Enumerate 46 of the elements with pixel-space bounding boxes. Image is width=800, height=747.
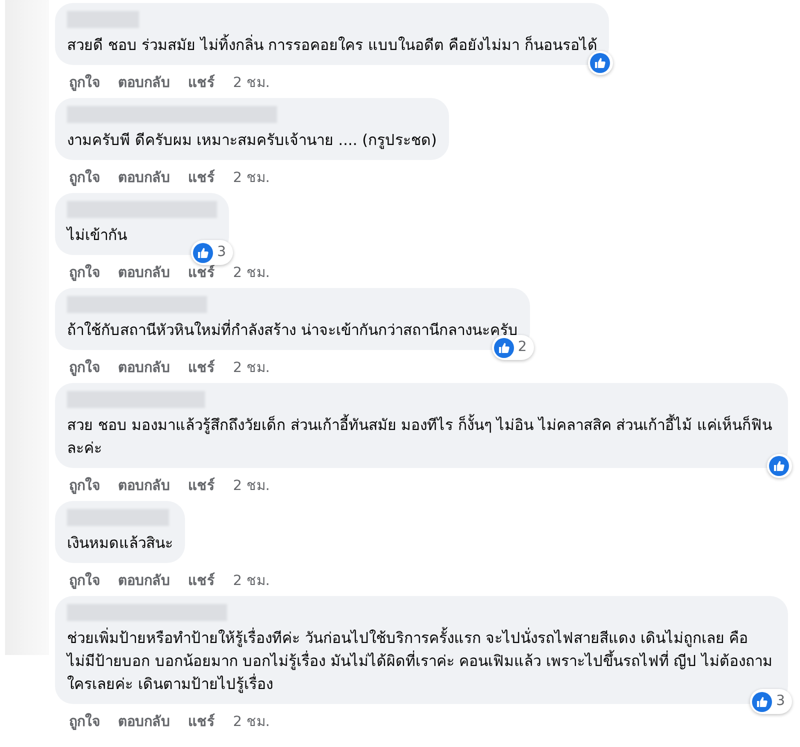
comment-action-link[interactable]: แชร์ (188, 476, 215, 496)
like-icon (752, 692, 772, 712)
like-icon (590, 53, 610, 73)
timestamp[interactable]: 2 ชม. (233, 476, 270, 496)
comment-text: งามครับพี ดีครับผม เหมาะสมครับเจ้านาย .... (กรูประชด) (67, 130, 437, 151)
comment-action-link[interactable]: ถูกใจ (69, 571, 100, 591)
comment-action-link[interactable]: ตอบกลับ (118, 73, 170, 93)
comment-text: สวย ชอบ มองมาแล้วรู้สึกถึงวัยเด็ก ส่วนเก้าอี้ทันสมัย มองทีไร ก็งั้นๆ ไม่อิน ไม่คลาสสิค ส่วนเก้าอี้ไม้ แค่เห็นก็ฟินละค่ะ (67, 414, 773, 459)
comment-text: สวยดี ชอบ ร่วมสมัย ไม่ทิ้งกลิ่น การรอคอยใคร แบบในอดีต คือยังไม่มา ก็นอนรอได้ (67, 34, 598, 56)
comment-action-link[interactable]: ตอบกลับ (118, 571, 170, 591)
reaction-count: 2 (518, 338, 528, 357)
comment-action-link[interactable]: ถูกใจ (69, 168, 100, 188)
timestamp[interactable]: 2 ชม. (233, 358, 270, 378)
timestamp[interactable]: 2 ชม. (233, 263, 270, 283)
comment-action-link[interactable]: ถูกใจ (69, 712, 100, 732)
comment-action-link[interactable]: แชร์ (188, 712, 215, 732)
comment-action-link[interactable]: แชร์ (188, 263, 215, 283)
reaction-badge[interactable] (767, 454, 792, 478)
comment-action-link[interactable]: ถูกใจ (69, 358, 100, 378)
comment-action-link[interactable]: แชร์ (188, 168, 215, 188)
timestamp[interactable]: 2 ชม. (233, 168, 270, 188)
comment-action-link[interactable]: ถูกใจ (69, 263, 100, 283)
timestamp[interactable]: 2 ชม. (233, 73, 270, 93)
comment-action-link[interactable]: ถูกใจ (69, 476, 100, 496)
comment-action-link[interactable]: แชร์ (188, 358, 215, 378)
reaction-badge[interactable]: 2 (492, 335, 534, 360)
comment-action-link[interactable]: ตอบกลับ (118, 263, 170, 283)
comment-action-link[interactable]: ตอบกลับ (118, 168, 170, 188)
comment-text: ไม่เข้ากัน (67, 225, 128, 246)
timestamp[interactable]: 2 ชม. (233, 571, 270, 591)
comment-action-link[interactable]: ตอบกลับ (118, 476, 170, 496)
comment-action-link[interactable]: แชร์ (188, 571, 215, 591)
reaction-badge[interactable]: 3 (191, 240, 233, 265)
like-icon (193, 242, 214, 262)
reaction-count: 3 (217, 243, 227, 262)
reaction-count: 3 (776, 692, 786, 711)
reaction-badge[interactable]: 3 (750, 689, 792, 714)
like-icon (494, 338, 514, 358)
like-icon (769, 456, 789, 476)
comment-action-link[interactable]: ตอบกลับ (118, 358, 170, 378)
comment-action-link[interactable]: แชร์ (188, 73, 215, 93)
timestamp[interactable]: 2 ชม. (233, 712, 270, 732)
comment-text: เงินหมดแล้วสินะ (67, 533, 173, 554)
comment-action-link[interactable]: ถูกใจ (69, 73, 100, 93)
reaction-badge[interactable] (588, 51, 614, 75)
comment-action-link[interactable]: ตอบกลับ (118, 712, 170, 732)
